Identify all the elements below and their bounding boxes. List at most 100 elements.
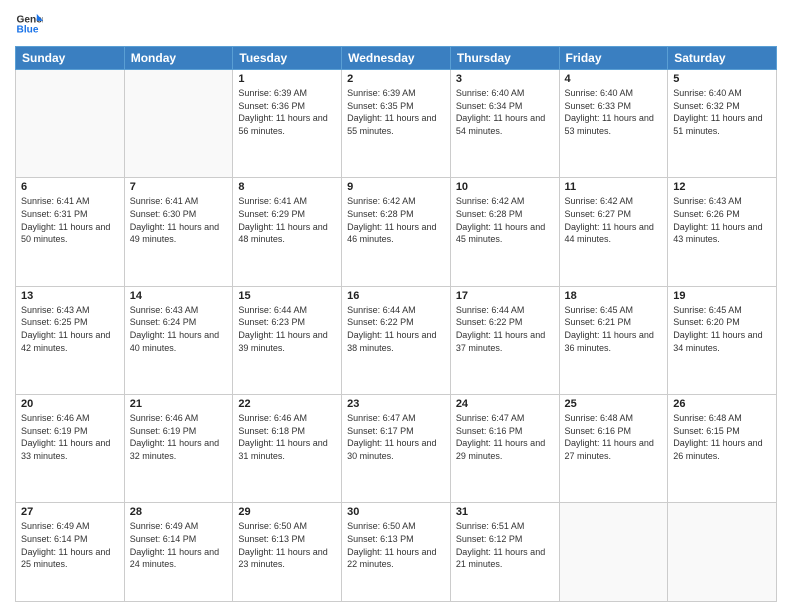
day-detail: Sunrise: 6:50 AM Sunset: 6:13 PM Dayligh… <box>238 520 336 570</box>
day-number: 8 <box>238 181 336 193</box>
day-cell: 29 Sunrise: 6:50 AM Sunset: 6:13 PM Dayli… <box>233 503 342 602</box>
day-cell: 16 Sunrise: 6:44 AM Sunset: 6:22 PM Dayli… <box>342 286 451 394</box>
day-cell: 1 Sunrise: 6:39 AM Sunset: 6:36 PM Daylig… <box>233 70 342 178</box>
day-number: 14 <box>130 290 228 302</box>
day-cell: 31 Sunrise: 6:51 AM Sunset: 6:12 PM Dayli… <box>450 503 559 602</box>
day-cell: 30 Sunrise: 6:50 AM Sunset: 6:13 PM Dayli… <box>342 503 451 602</box>
day-number: 6 <box>21 181 119 193</box>
day-cell: 2 Sunrise: 6:39 AM Sunset: 6:35 PM Daylig… <box>342 70 451 178</box>
day-detail: Sunrise: 6:40 AM Sunset: 6:33 PM Dayligh… <box>565 87 663 137</box>
day-detail: Sunrise: 6:46 AM Sunset: 6:19 PM Dayligh… <box>21 412 119 462</box>
day-number: 9 <box>347 181 445 193</box>
day-detail: Sunrise: 6:47 AM Sunset: 6:16 PM Dayligh… <box>456 412 554 462</box>
weekday-header-row: SundayMondayTuesdayWednesdayThursdayFrid… <box>16 47 777 70</box>
day-detail: Sunrise: 6:50 AM Sunset: 6:13 PM Dayligh… <box>347 520 445 570</box>
day-number: 16 <box>347 290 445 302</box>
day-number: 17 <box>456 290 554 302</box>
day-number: 12 <box>673 181 771 193</box>
day-cell: 13 Sunrise: 6:43 AM Sunset: 6:25 PM Dayli… <box>16 286 125 394</box>
week-row-2: 6 Sunrise: 6:41 AM Sunset: 6:31 PM Daylig… <box>16 178 777 286</box>
day-detail: Sunrise: 6:39 AM Sunset: 6:36 PM Dayligh… <box>238 87 336 137</box>
weekday-header-wednesday: Wednesday <box>342 47 451 70</box>
day-detail: Sunrise: 6:41 AM Sunset: 6:29 PM Dayligh… <box>238 195 336 245</box>
weekday-header-friday: Friday <box>559 47 668 70</box>
week-row-3: 13 Sunrise: 6:43 AM Sunset: 6:25 PM Dayli… <box>16 286 777 394</box>
day-cell: 25 Sunrise: 6:48 AM Sunset: 6:16 PM Dayli… <box>559 395 668 503</box>
day-cell: 7 Sunrise: 6:41 AM Sunset: 6:30 PM Daylig… <box>124 178 233 286</box>
day-number: 24 <box>456 398 554 410</box>
day-number: 13 <box>21 290 119 302</box>
weekday-header-saturday: Saturday <box>668 47 777 70</box>
day-number: 18 <box>565 290 663 302</box>
day-number: 2 <box>347 73 445 85</box>
day-number: 7 <box>130 181 228 193</box>
svg-text:Blue: Blue <box>17 25 39 36</box>
day-detail: Sunrise: 6:46 AM Sunset: 6:18 PM Dayligh… <box>238 412 336 462</box>
day-number: 30 <box>347 506 445 518</box>
day-cell: 5Sunrise: 6:40 AM Sunset: 6:32 PM Daylig… <box>668 70 777 178</box>
day-cell: 15 Sunrise: 6:44 AM Sunset: 6:23 PM Dayli… <box>233 286 342 394</box>
day-detail: Sunrise: 6:42 AM Sunset: 6:28 PM Dayligh… <box>456 195 554 245</box>
day-detail: Sunrise: 6:41 AM Sunset: 6:31 PM Dayligh… <box>21 195 119 245</box>
day-number: 21 <box>130 398 228 410</box>
day-cell: 26 Sunrise: 6:48 AM Sunset: 6:15 PM Dayli… <box>668 395 777 503</box>
day-cell: 3Sunrise: 6:40 AM Sunset: 6:34 PM Daylig… <box>450 70 559 178</box>
day-cell <box>559 503 668 602</box>
day-cell: 20 Sunrise: 6:46 AM Sunset: 6:19 PM Dayli… <box>16 395 125 503</box>
day-number: 15 <box>238 290 336 302</box>
day-cell <box>124 70 233 178</box>
day-detail: Sunrise: 6:42 AM Sunset: 6:27 PM Dayligh… <box>565 195 663 245</box>
day-cell: 8 Sunrise: 6:41 AM Sunset: 6:29 PM Daylig… <box>233 178 342 286</box>
logo-icon: General Blue <box>15 10 43 38</box>
day-number: 25 <box>565 398 663 410</box>
day-cell: 28Sunrise: 6:49 AM Sunset: 6:14 PM Dayli… <box>124 503 233 602</box>
week-row-5: 27 Sunrise: 6:49 AM Sunset: 6:14 PM Dayli… <box>16 503 777 602</box>
weekday-header-sunday: Sunday <box>16 47 125 70</box>
day-cell: 23 Sunrise: 6:47 AM Sunset: 6:17 PM Dayli… <box>342 395 451 503</box>
day-cell: 6 Sunrise: 6:41 AM Sunset: 6:31 PM Daylig… <box>16 178 125 286</box>
day-detail: Sunrise: 6:47 AM Sunset: 6:17 PM Dayligh… <box>347 412 445 462</box>
weekday-header-monday: Monday <box>124 47 233 70</box>
day-cell: 27 Sunrise: 6:49 AM Sunset: 6:14 PM Dayli… <box>16 503 125 602</box>
day-number: 29 <box>238 506 336 518</box>
day-number: 1 <box>238 73 336 85</box>
day-detail: Sunrise: 6:44 AM Sunset: 6:23 PM Dayligh… <box>238 304 336 354</box>
day-number: 22 <box>238 398 336 410</box>
day-cell: 10Sunrise: 6:42 AM Sunset: 6:28 PM Dayli… <box>450 178 559 286</box>
day-number: 26 <box>673 398 771 410</box>
day-number: 31 <box>456 506 554 518</box>
page-header: General Blue <box>15 10 777 38</box>
day-cell: 21Sunrise: 6:46 AM Sunset: 6:19 PM Dayli… <box>124 395 233 503</box>
day-number: 4 <box>565 73 663 85</box>
week-row-1: 1 Sunrise: 6:39 AM Sunset: 6:36 PM Daylig… <box>16 70 777 178</box>
day-detail: Sunrise: 6:44 AM Sunset: 6:22 PM Dayligh… <box>347 304 445 354</box>
weekday-header-tuesday: Tuesday <box>233 47 342 70</box>
day-number: 23 <box>347 398 445 410</box>
day-number: 27 <box>21 506 119 518</box>
day-cell <box>668 503 777 602</box>
day-detail: Sunrise: 6:39 AM Sunset: 6:35 PM Dayligh… <box>347 87 445 137</box>
day-detail: Sunrise: 6:51 AM Sunset: 6:12 PM Dayligh… <box>456 520 554 570</box>
calendar-table: SundayMondayTuesdayWednesdayThursdayFrid… <box>15 46 777 602</box>
day-detail: Sunrise: 6:43 AM Sunset: 6:26 PM Dayligh… <box>673 195 771 245</box>
day-detail: Sunrise: 6:40 AM Sunset: 6:32 PM Dayligh… <box>673 87 771 137</box>
day-detail: Sunrise: 6:48 AM Sunset: 6:15 PM Dayligh… <box>673 412 771 462</box>
day-cell: 4 Sunrise: 6:40 AM Sunset: 6:33 PM Daylig… <box>559 70 668 178</box>
day-cell: 24 Sunrise: 6:47 AM Sunset: 6:16 PM Dayli… <box>450 395 559 503</box>
day-number: 11 <box>565 181 663 193</box>
day-detail: Sunrise: 6:40 AM Sunset: 6:34 PM Dayligh… <box>456 87 554 137</box>
day-cell: 12 Sunrise: 6:43 AM Sunset: 6:26 PM Dayli… <box>668 178 777 286</box>
day-detail: Sunrise: 6:41 AM Sunset: 6:30 PM Dayligh… <box>130 195 228 245</box>
day-detail: Sunrise: 6:44 AM Sunset: 6:22 PM Dayligh… <box>456 304 554 354</box>
day-cell: 22 Sunrise: 6:46 AM Sunset: 6:18 PM Dayli… <box>233 395 342 503</box>
day-detail: Sunrise: 6:43 AM Sunset: 6:25 PM Dayligh… <box>21 304 119 354</box>
day-number: 20 <box>21 398 119 410</box>
week-row-4: 20 Sunrise: 6:46 AM Sunset: 6:19 PM Dayli… <box>16 395 777 503</box>
day-detail: Sunrise: 6:45 AM Sunset: 6:20 PM Dayligh… <box>673 304 771 354</box>
day-detail: Sunrise: 6:49 AM Sunset: 6:14 PM Dayligh… <box>21 520 119 570</box>
day-detail: Sunrise: 6:48 AM Sunset: 6:16 PM Dayligh… <box>565 412 663 462</box>
day-cell: 17 Sunrise: 6:44 AM Sunset: 6:22 PM Dayli… <box>450 286 559 394</box>
day-cell: 18Sunrise: 6:45 AM Sunset: 6:21 PM Dayli… <box>559 286 668 394</box>
day-cell: 14Sunrise: 6:43 AM Sunset: 6:24 PM Dayli… <box>124 286 233 394</box>
logo: General Blue <box>15 10 43 38</box>
